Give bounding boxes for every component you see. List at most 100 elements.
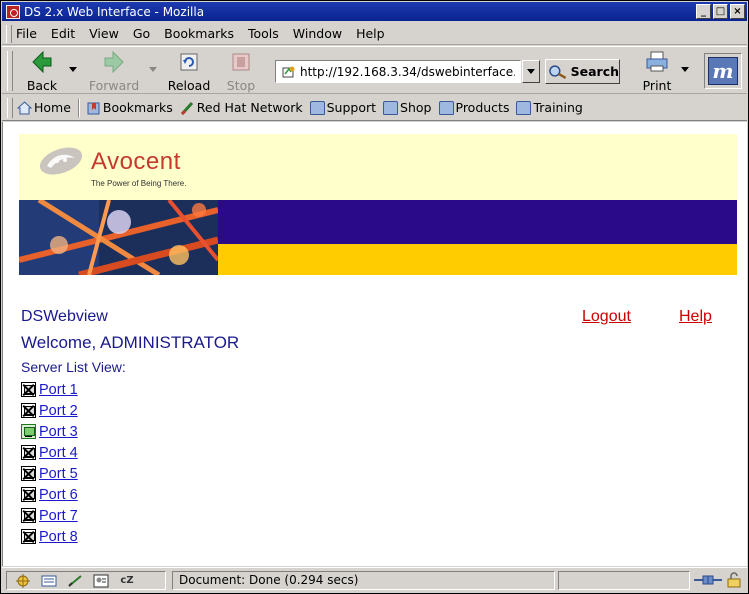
address-book-icon[interactable] bbox=[91, 573, 111, 589]
server-offline-icon[interactable] bbox=[21, 508, 36, 523]
forward-history-dropdown[interactable] bbox=[149, 67, 157, 72]
back-arrow-icon bbox=[32, 50, 52, 74]
personal-item-red-hat-network[interactable]: Red Hat Network bbox=[180, 100, 303, 115]
forward-arrow-icon bbox=[104, 50, 124, 74]
chat-icon[interactable]: cZ bbox=[117, 573, 137, 589]
list-item: Port 4 bbox=[21, 442, 78, 463]
server-offline-icon[interactable] bbox=[21, 487, 36, 502]
browser-window: DS 2.x Web Interface - Mozilla _ □ × Fil… bbox=[0, 0, 749, 594]
back-history-dropdown[interactable] bbox=[69, 67, 77, 72]
print-options-dropdown[interactable] bbox=[681, 67, 689, 72]
server-list-label: Server List View: bbox=[21, 359, 126, 375]
menu-window[interactable]: Window bbox=[293, 26, 342, 41]
server-offline-icon[interactable] bbox=[21, 403, 36, 418]
list-item: Port 1 bbox=[21, 379, 78, 400]
menu-help[interactable]: Help bbox=[356, 26, 385, 41]
print-label: Print bbox=[642, 78, 672, 93]
back-button[interactable]: Back bbox=[20, 50, 64, 93]
url-dropdown-button[interactable] bbox=[522, 60, 540, 83]
home-icon bbox=[17, 100, 32, 114]
brand-name: Avocent bbox=[91, 148, 181, 175]
reload-icon bbox=[180, 53, 198, 71]
server-offline-icon[interactable] bbox=[21, 529, 36, 544]
search-icon bbox=[549, 64, 567, 79]
url-input[interactable] bbox=[300, 64, 515, 79]
port-5-link[interactable]: Port 5 bbox=[39, 466, 78, 482]
list-item: Port 3 bbox=[21, 421, 78, 442]
personal-item-bookmarks[interactable]: Bookmarks bbox=[86, 100, 173, 115]
personal-item-products[interactable]: Products bbox=[438, 100, 509, 115]
banner-photo bbox=[19, 200, 218, 275]
maximize-button[interactable]: □ bbox=[713, 4, 728, 19]
menu-edit[interactable]: Edit bbox=[51, 26, 75, 41]
port-7-link[interactable]: Port 7 bbox=[39, 508, 78, 524]
menu-tools[interactable]: Tools bbox=[248, 26, 279, 41]
personal-item-support[interactable]: Support bbox=[309, 100, 376, 115]
port-6-link[interactable]: Port 6 bbox=[39, 487, 78, 503]
folder-icon bbox=[438, 100, 454, 115]
mozilla-m-logo-icon: m bbox=[708, 57, 738, 85]
navigator-icon[interactable] bbox=[13, 573, 33, 589]
menu-view[interactable]: View bbox=[89, 26, 119, 41]
forward-button[interactable]: Forward bbox=[88, 50, 140, 93]
port-3-link[interactable]: Port 3 bbox=[39, 424, 78, 440]
online-status-icon[interactable] bbox=[694, 573, 722, 587]
minimize-button[interactable]: _ bbox=[696, 4, 711, 19]
window-title: DS 2.x Web Interface - Mozilla bbox=[24, 4, 205, 19]
printer-icon bbox=[646, 51, 668, 72]
url-bar[interactable] bbox=[275, 60, 521, 83]
security-lock-icon[interactable] bbox=[726, 572, 742, 588]
menu-go[interactable]: Go bbox=[133, 26, 150, 41]
banner-purple-bar bbox=[218, 200, 737, 244]
personal-item-shop[interactable]: Shop bbox=[383, 100, 432, 115]
toolbar-separator bbox=[77, 98, 80, 117]
page-title: DSWebview bbox=[21, 308, 108, 325]
banner-yellow-bar bbox=[218, 244, 737, 275]
help-link[interactable]: Help bbox=[679, 308, 712, 326]
personal-toolbar: Home Bookmarks Red Hat Network Support S… bbox=[2, 95, 747, 121]
close-button[interactable]: × bbox=[730, 4, 745, 19]
server-offline-icon[interactable] bbox=[21, 445, 36, 460]
composer-icon[interactable] bbox=[65, 573, 85, 589]
avocent-banner: Avocent The Power of Being There. bbox=[19, 134, 737, 275]
personal-item-home[interactable]: Home bbox=[17, 100, 71, 115]
server-offline-icon[interactable] bbox=[21, 466, 36, 481]
status-bar: cZ Document: Done (0.294 secs) bbox=[2, 567, 747, 592]
redhat-icon bbox=[180, 101, 193, 115]
navigation-toolbar: Back Forward Reload Stop http://192.168.… bbox=[2, 46, 747, 94]
list-item: Port 7 bbox=[21, 505, 78, 526]
logo-area: Avocent The Power of Being There. bbox=[19, 134, 737, 200]
stop-button[interactable]: Stop bbox=[222, 51, 260, 93]
title-bar[interactable]: DS 2.x Web Interface - Mozilla _ □ × bbox=[2, 2, 747, 21]
reload-button[interactable]: Reload bbox=[166, 51, 212, 93]
menu-bookmarks[interactable]: Bookmarks bbox=[164, 26, 234, 41]
stop-icon bbox=[232, 53, 250, 71]
print-button[interactable]: Print bbox=[636, 51, 678, 93]
folder-icon bbox=[309, 100, 325, 115]
toolbar-grip[interactable] bbox=[7, 97, 13, 118]
search-button[interactable]: Search bbox=[545, 59, 620, 84]
mozilla-app-icon[interactable] bbox=[6, 4, 20, 19]
server-online-icon[interactable] bbox=[21, 424, 36, 439]
menu-file[interactable]: File bbox=[16, 26, 37, 41]
list-item: Port 5 bbox=[21, 463, 78, 484]
personal-item-training[interactable]: Training bbox=[516, 100, 583, 115]
server-offline-icon[interactable] bbox=[21, 382, 36, 397]
mozilla-throbber[interactable]: m bbox=[704, 53, 742, 89]
toolbar-grip[interactable] bbox=[6, 24, 12, 43]
logout-link[interactable]: Logout bbox=[582, 308, 631, 326]
port-list: Port 1 Port 2 Port 3 Port 4 Port 5 Port … bbox=[21, 379, 78, 547]
bookmarks-icon bbox=[87, 102, 100, 114]
port-8-link[interactable]: Port 8 bbox=[39, 529, 78, 545]
toolbar-grip[interactable] bbox=[7, 51, 13, 91]
folder-icon bbox=[516, 100, 532, 115]
port-4-link[interactable]: Port 4 bbox=[39, 445, 78, 461]
mail-icon[interactable] bbox=[39, 573, 59, 589]
page-proxy-icon[interactable] bbox=[282, 65, 296, 79]
avocent-logo-icon bbox=[39, 147, 83, 175]
page-content[interactable]: Avocent The Power of Being There. DSWebv… bbox=[2, 122, 747, 566]
port-2-link[interactable]: Port 2 bbox=[39, 403, 78, 419]
welcome-message: Welcome, ADMINISTRATOR bbox=[21, 333, 240, 352]
port-1-link[interactable]: Port 1 bbox=[39, 382, 78, 398]
menu-bar: File Edit View Go Bookmarks Tools Window… bbox=[2, 23, 747, 45]
